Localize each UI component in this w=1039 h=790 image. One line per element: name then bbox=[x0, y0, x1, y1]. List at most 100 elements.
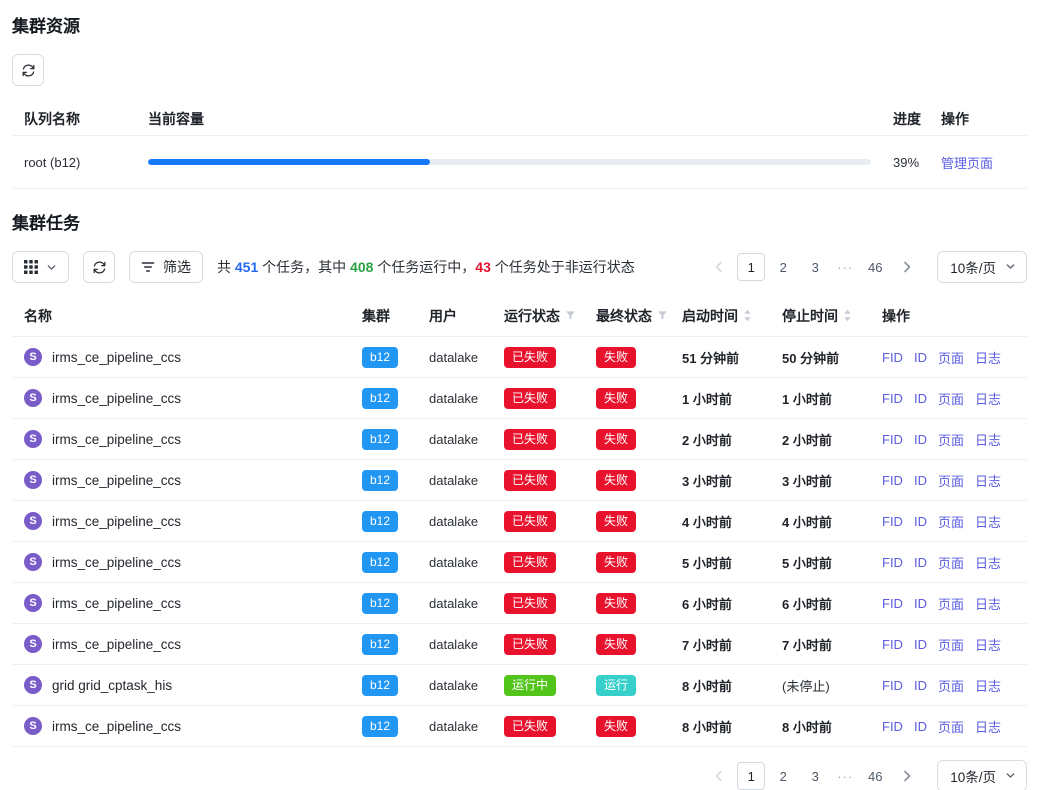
page-size-select[interactable]: 10条/页 bbox=[937, 760, 1027, 790]
action-fid-link[interactable]: FID bbox=[882, 678, 903, 693]
cluster-badge: b12 bbox=[362, 470, 398, 491]
tasks-refresh-button[interactable] bbox=[83, 251, 115, 283]
run-status-badge: 已失败 bbox=[504, 388, 556, 409]
nonrunning-tasks-count: 43 bbox=[475, 259, 491, 275]
row-actions: FID ID 页面日志 bbox=[882, 348, 1015, 367]
col-label: 停止时间 bbox=[782, 306, 838, 326]
action-id-link[interactable]: ID bbox=[914, 391, 927, 406]
pagination-prev[interactable] bbox=[705, 762, 733, 790]
task-name: irms_ce_pipeline_ccs bbox=[52, 719, 181, 734]
action-id-link[interactable]: ID bbox=[914, 719, 927, 734]
action-id-link[interactable]: ID bbox=[914, 678, 927, 693]
pagination-page-1[interactable]: 1 bbox=[737, 253, 765, 281]
action-log-link[interactable]: 日志 bbox=[975, 635, 1001, 654]
filter-button-label: 筛选 bbox=[163, 257, 191, 277]
action-page-link[interactable]: 页面 bbox=[938, 717, 964, 736]
col-label: 用户 bbox=[429, 306, 457, 326]
action-log-link[interactable]: 日志 bbox=[975, 348, 1001, 367]
task-type-icon: S bbox=[24, 348, 42, 366]
table-row: S irms_ce_pipeline_ccs b12 datalake 已失败 … bbox=[12, 337, 1027, 378]
filter-button[interactable]: 筛选 bbox=[129, 251, 203, 283]
action-id-link[interactable]: ID bbox=[914, 555, 927, 570]
pagination: 123 ··· 46 bbox=[705, 762, 921, 790]
pagination-ellipsis[interactable]: ··· bbox=[833, 769, 857, 784]
filter-funnel-icon[interactable] bbox=[657, 310, 668, 321]
action-page-link[interactable]: 页面 bbox=[938, 676, 964, 695]
action-log-link[interactable]: 日志 bbox=[975, 430, 1001, 449]
table-row: S irms_ce_pipeline_ccs b12 datalake 已失败 … bbox=[12, 624, 1027, 665]
action-fid-link[interactable]: FID bbox=[882, 473, 903, 488]
action-page-link[interactable]: 页面 bbox=[938, 471, 964, 490]
table-row: S irms_ce_pipeline_ccs b12 datalake 已失败 … bbox=[12, 378, 1027, 419]
filter-funnel-icon[interactable] bbox=[565, 310, 576, 321]
action-id-link[interactable]: ID bbox=[914, 637, 927, 652]
action-id-link[interactable]: ID bbox=[914, 473, 927, 488]
action-page-link[interactable]: 页面 bbox=[938, 594, 964, 613]
action-id-link[interactable]: ID bbox=[914, 432, 927, 447]
manage-page-link[interactable]: 管理页面 bbox=[941, 156, 993, 171]
start-time: 7 小时前 bbox=[682, 635, 782, 654]
action-log-link[interactable]: 日志 bbox=[975, 676, 1001, 695]
task-name: irms_ce_pipeline_ccs bbox=[52, 596, 181, 611]
action-fid-link[interactable]: FID bbox=[882, 350, 903, 365]
action-fid-link[interactable]: FID bbox=[882, 432, 903, 447]
tasks-toolbar: 筛选 共 451 个任务，其中 408 个任务运行中，43 个任务处于非运行状态… bbox=[12, 251, 1027, 283]
cluster-badge: b12 bbox=[362, 511, 398, 532]
pagination-ellipsis[interactable]: ··· bbox=[833, 260, 857, 275]
start-time: 6 小时前 bbox=[682, 594, 782, 613]
action-log-link[interactable]: 日志 bbox=[975, 594, 1001, 613]
stop-time: (未停止) bbox=[782, 676, 882, 695]
action-fid-link[interactable]: FID bbox=[882, 514, 903, 529]
action-page-link[interactable]: 页面 bbox=[938, 389, 964, 408]
start-time: 2 小时前 bbox=[682, 430, 782, 449]
action-page-link[interactable]: 页面 bbox=[938, 430, 964, 449]
pagination-page-46[interactable]: 46 bbox=[861, 762, 889, 790]
layout-grid-button[interactable] bbox=[12, 251, 69, 283]
final-status-badge: 失败 bbox=[596, 511, 636, 532]
pagination-next[interactable] bbox=[893, 762, 921, 790]
action-log-link[interactable]: 日志 bbox=[975, 471, 1001, 490]
stop-time: 2 小时前 bbox=[782, 430, 882, 449]
action-log-link[interactable]: 日志 bbox=[975, 717, 1001, 736]
summary-segment: 个任务运行中， bbox=[373, 259, 475, 275]
action-log-link[interactable]: 日志 bbox=[975, 389, 1001, 408]
sort-icon[interactable] bbox=[743, 309, 752, 322]
page-size-select[interactable]: 10条/页 bbox=[937, 251, 1027, 283]
pagination-page-3[interactable]: 3 bbox=[801, 762, 829, 790]
run-status-badge: 已失败 bbox=[504, 511, 556, 532]
action-page-link[interactable]: 页面 bbox=[938, 512, 964, 531]
action-page-link[interactable]: 页面 bbox=[938, 635, 964, 654]
pagination-page-3[interactable]: 3 bbox=[801, 253, 829, 281]
pagination-page-46[interactable]: 46 bbox=[861, 253, 889, 281]
task-user: datalake bbox=[429, 432, 504, 447]
action-id-link[interactable]: ID bbox=[914, 596, 927, 611]
task-type-icon: S bbox=[24, 430, 42, 448]
action-id-link[interactable]: ID bbox=[914, 514, 927, 529]
action-log-link[interactable]: 日志 bbox=[975, 512, 1001, 531]
row-actions: FID ID 页面日志 bbox=[882, 389, 1015, 408]
final-status-badge: 失败 bbox=[596, 429, 636, 450]
start-time: 3 小时前 bbox=[682, 471, 782, 490]
action-fid-link[interactable]: FID bbox=[882, 719, 903, 734]
stop-time: 1 小时前 bbox=[782, 389, 882, 408]
task-name: irms_ce_pipeline_ccs bbox=[52, 432, 181, 447]
pagination-page-2[interactable]: 2 bbox=[769, 253, 797, 281]
pagination-page-1[interactable]: 1 bbox=[737, 762, 765, 790]
action-page-link[interactable]: 页面 bbox=[938, 348, 964, 367]
pagination-next[interactable] bbox=[893, 253, 921, 281]
action-fid-link[interactable]: FID bbox=[882, 637, 903, 652]
action-fid-link[interactable]: FID bbox=[882, 596, 903, 611]
task-type-icon: S bbox=[24, 635, 42, 653]
sort-icon[interactable] bbox=[843, 309, 852, 322]
action-id-link[interactable]: ID bbox=[914, 350, 927, 365]
tasks-table-header: 名称 集群 用户 运行状态 最终状态 启动时间 停止时间 操作 bbox=[12, 295, 1027, 337]
action-fid-link[interactable]: FID bbox=[882, 555, 903, 570]
action-page-link[interactable]: 页面 bbox=[938, 553, 964, 572]
pagination-page-2[interactable]: 2 bbox=[769, 762, 797, 790]
run-status-badge: 已失败 bbox=[504, 552, 556, 573]
action-log-link[interactable]: 日志 bbox=[975, 553, 1001, 572]
action-fid-link[interactable]: FID bbox=[882, 391, 903, 406]
resources-refresh-button[interactable] bbox=[12, 54, 44, 86]
pagination-prev[interactable] bbox=[705, 253, 733, 281]
start-time: 1 小时前 bbox=[682, 389, 782, 408]
